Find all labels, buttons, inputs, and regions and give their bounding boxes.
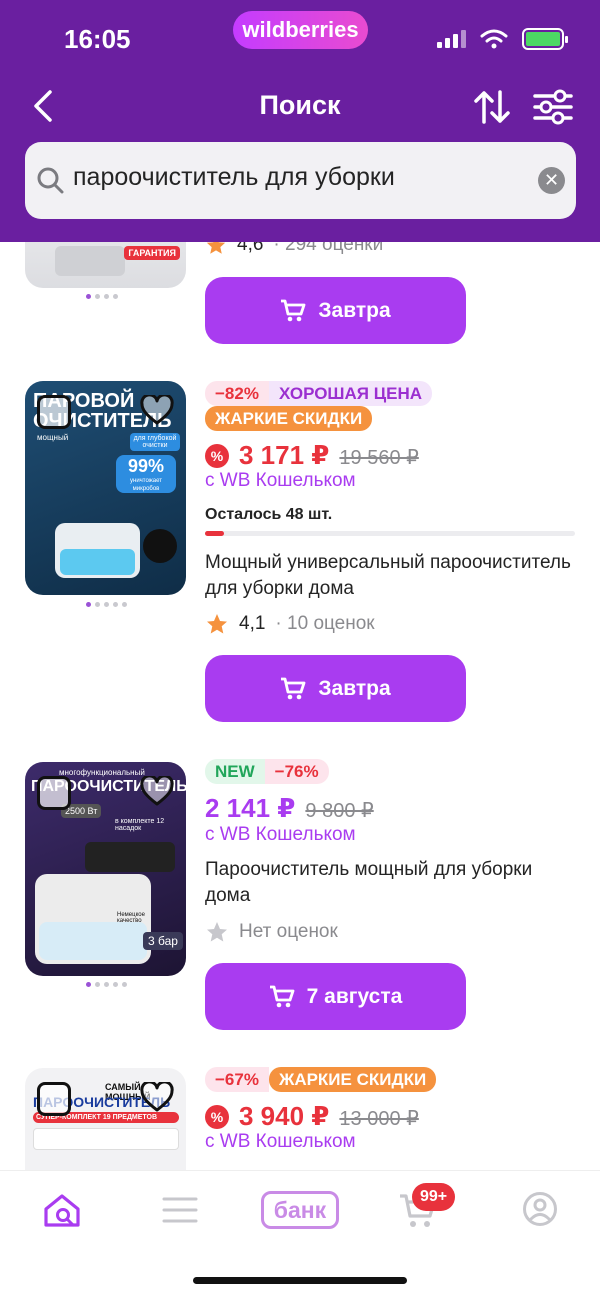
home-search-icon[interactable] xyxy=(42,1191,82,1231)
home-indicator xyxy=(193,1277,407,1284)
profile-icon[interactable] xyxy=(522,1191,558,1227)
price: 2 141 ₽ xyxy=(205,793,296,823)
reviews-count: · 10 оценок xyxy=(275,613,375,634)
add-to-cart-button[interactable]: Завтра xyxy=(205,655,466,722)
battery-icon xyxy=(522,28,568,50)
price: 3 940 ₽ xyxy=(239,1101,330,1131)
price-row: % 3 171 ₽ 19 560 ₽ xyxy=(205,440,419,471)
top-header: 16:05 wildberries Поиск xyxy=(0,0,600,242)
product-image[interactable]: многофункциональный ПАРООЧИСТИТЕЛЬ 2500 … xyxy=(25,762,186,976)
delivery-date: Завтра xyxy=(318,298,391,322)
wallet-note: с WB Кошельком xyxy=(205,470,356,491)
product-image[interactable]: САМЫЙ МОЩНЫЙ ПАРООЧИСТИТЕЛЬ СУПЕР-КОМПЛЕ… xyxy=(25,1068,186,1170)
add-to-cart-button[interactable]: Завтра xyxy=(205,277,466,344)
search-input[interactable] xyxy=(73,163,513,192)
status-icons xyxy=(437,28,568,50)
filter-icon[interactable] xyxy=(532,88,574,126)
sort-icon[interactable] xyxy=(472,88,512,126)
image-dots xyxy=(86,982,127,987)
add-to-cart-button[interactable]: 7 августа xyxy=(205,963,466,1030)
new-badge: NEW xyxy=(205,759,265,784)
hot-sale-badge: ЖАРКИЕ СКИДКИ xyxy=(205,406,373,431)
wallet-discount-icon: % xyxy=(205,443,229,468)
stock-bar xyxy=(205,531,575,536)
bank-tab[interactable]: банк xyxy=(261,1191,339,1229)
image-subtitle: мощный xyxy=(37,433,69,442)
badges: −67% ЖАРКИЕ СКИДКИ xyxy=(205,1067,437,1092)
image-top-text: многофункциональный xyxy=(59,768,145,777)
image-nozzles: в комплекте 12 насадок xyxy=(115,818,165,832)
wallet-note: с WB Кошельком xyxy=(205,824,356,845)
wallet-note: с WB Кошельком xyxy=(205,1131,356,1152)
heart-icon[interactable] xyxy=(140,776,174,806)
visual-search-icon[interactable] xyxy=(37,395,71,429)
discount-badge: −82% xyxy=(205,381,269,406)
product-image[interactable]: ПАРОВОЙ ОЧИСТИТЕЛЬ мощный для глубокой о… xyxy=(25,381,186,595)
image-tag: для глубокой очистки xyxy=(130,433,180,451)
badges: −82% ХОРОШАЯ ЦЕНА ЖАРКИЕ СКИДКИ xyxy=(205,381,465,431)
delivery-date: 7 августа xyxy=(306,984,403,1008)
cart-count-badge: 99+ xyxy=(412,1183,456,1211)
image-quality: Немецкое качество xyxy=(117,912,145,924)
signal-icon xyxy=(437,30,466,48)
visual-search-icon[interactable] xyxy=(37,776,71,810)
star-icon xyxy=(207,614,227,634)
hot-sale-badge: ЖАРКИЕ СКИДКИ xyxy=(268,1067,437,1092)
delivery-date: Завтра xyxy=(318,676,391,700)
stock-left: Осталось 48 шт. xyxy=(205,506,333,523)
old-price: 13 000 ₽ xyxy=(339,1108,419,1130)
cart-icon xyxy=(281,677,306,699)
product-title[interactable]: Мощный универсальный пароочиститель для … xyxy=(205,550,580,602)
status-time: 16:05 xyxy=(64,24,131,54)
heart-icon[interactable] xyxy=(140,395,174,425)
image-percent-badge: 99% уничтожает микробов xyxy=(116,455,176,493)
guarantee-label: ГАРАНТИЯ xyxy=(124,246,180,260)
search-icon xyxy=(37,167,64,194)
stock-bar-fill xyxy=(205,531,224,536)
brand-logo: wildberries xyxy=(233,11,368,49)
rating: 4,1 · 10 оценок xyxy=(205,612,375,636)
heart-icon[interactable] xyxy=(140,1082,174,1112)
price-row: 2 141 ₽ 9 800 ₽ xyxy=(205,793,374,824)
wifi-icon xyxy=(480,29,508,49)
catalog-menu-icon[interactable] xyxy=(162,1195,198,1225)
cart-icon xyxy=(281,299,306,321)
no-reviews-label: Нет оценок xyxy=(239,921,338,942)
clear-search-icon[interactable]: ✕ xyxy=(538,167,565,194)
wallet-discount-icon: % xyxy=(205,1104,229,1129)
rating: Нет оценок xyxy=(205,920,338,944)
rating-value: 4,1 xyxy=(239,613,266,634)
cart-icon xyxy=(269,985,295,1007)
star-icon xyxy=(207,922,227,942)
badges: NEW −76% xyxy=(205,759,329,784)
image-dots xyxy=(86,294,118,299)
image-bar: 3 бар xyxy=(143,932,183,950)
discount-badge: −76% xyxy=(264,759,329,784)
good-price-badge: ХОРОШАЯ ЦЕНА xyxy=(268,381,433,406)
discount-badge: −67% xyxy=(205,1067,269,1092)
product-title[interactable]: Пароочиститель мощный для уборки дома xyxy=(205,857,580,909)
image-dots xyxy=(86,602,127,607)
visual-search-icon[interactable] xyxy=(37,1082,71,1116)
price-row: % 3 940 ₽ 13 000 ₽ xyxy=(205,1101,419,1132)
old-price: 19 560 ₽ xyxy=(339,447,419,469)
price: 3 171 ₽ xyxy=(239,440,330,470)
old-price: 9 800 ₽ xyxy=(305,800,374,822)
